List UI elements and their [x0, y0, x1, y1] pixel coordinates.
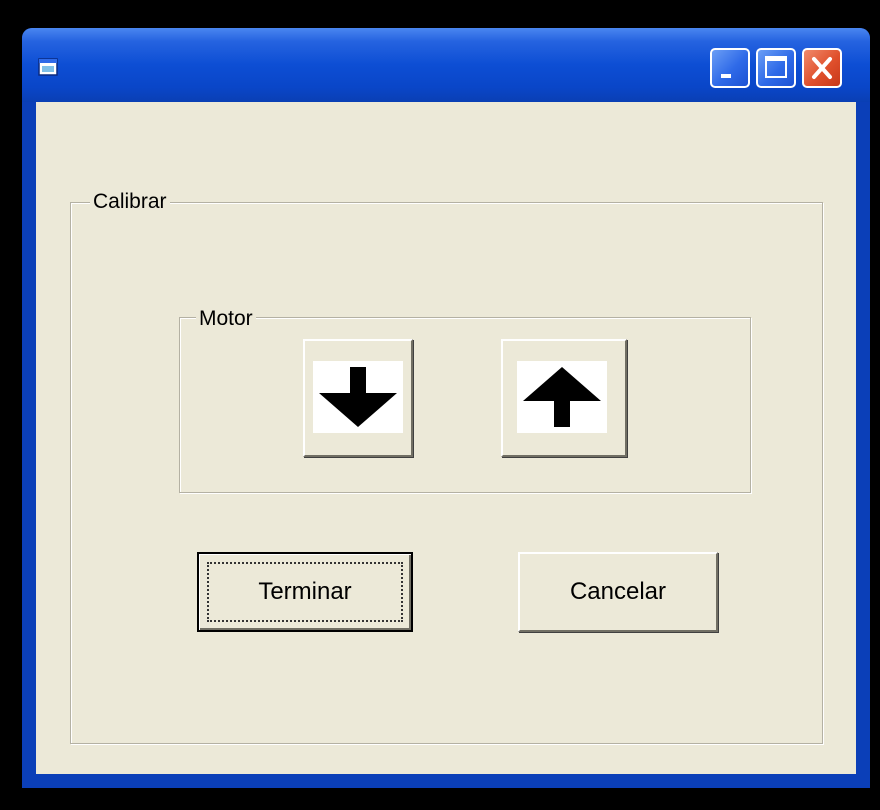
app-window-icon[interactable]: [38, 58, 58, 76]
minimize-button[interactable]: [710, 48, 750, 88]
calibrar-group-label: Calibrar: [90, 190, 170, 214]
title-bar[interactable]: [22, 28, 870, 102]
arrow-down-icon: [319, 367, 397, 427]
app-window: Calibrar Motor Terminar Cancelar: [22, 28, 870, 788]
maximize-icon: [765, 56, 787, 78]
arrow-up-icon: [523, 367, 601, 427]
motor-up-button[interactable]: [501, 339, 627, 457]
motor-groupbox: [179, 317, 751, 493]
maximize-button[interactable]: [756, 48, 796, 88]
cancelar-button[interactable]: Cancelar: [518, 552, 718, 632]
minimize-icon: [721, 74, 731, 78]
close-button[interactable]: [802, 48, 842, 88]
motor-group-label: Motor: [196, 307, 256, 331]
motor-down-button[interactable]: [303, 339, 413, 457]
cancelar-button-label: Cancelar: [569, 578, 667, 605]
terminar-button-label: Terminar: [258, 578, 352, 605]
client-area: Calibrar Motor Terminar Cancelar: [36, 102, 856, 774]
terminar-button[interactable]: Terminar: [197, 552, 413, 632]
close-icon: [812, 57, 832, 79]
